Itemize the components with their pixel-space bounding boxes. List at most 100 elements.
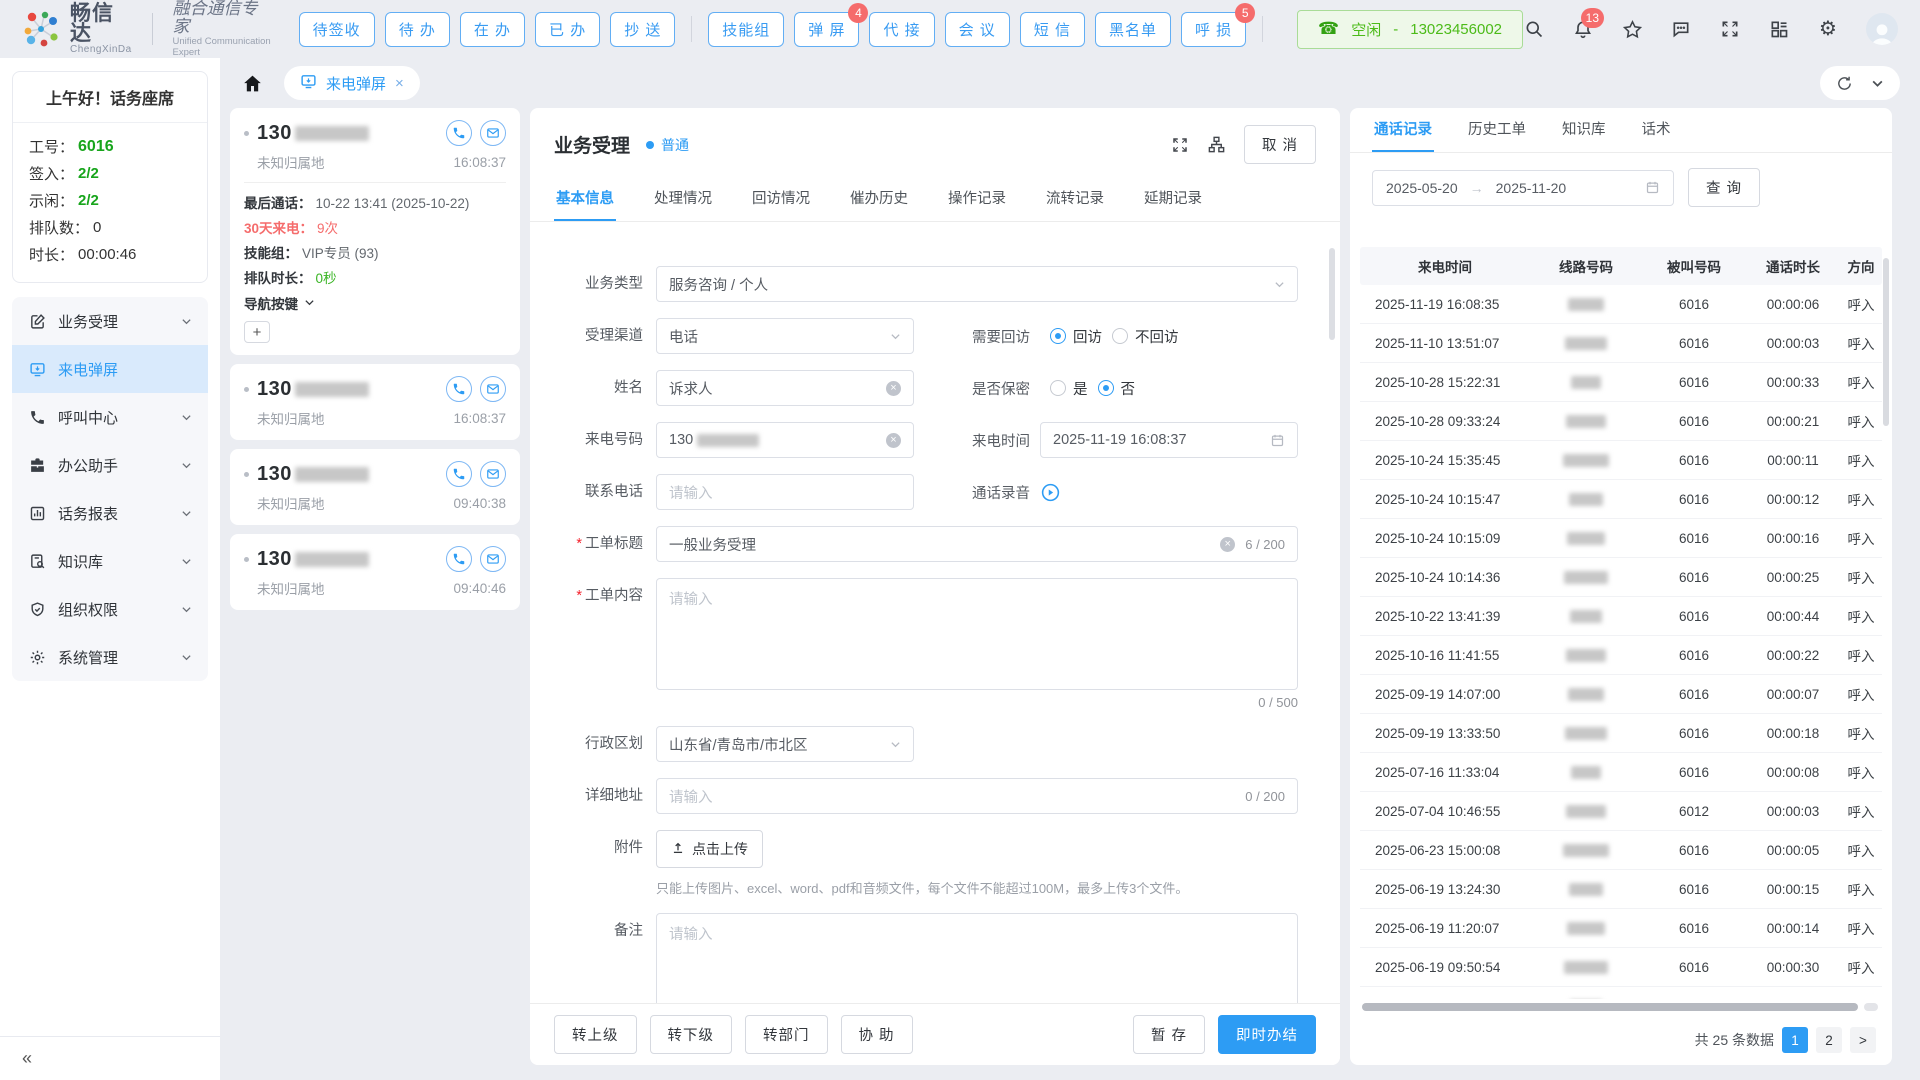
topbar-button-黑名单[interactable]: 黑名单: [1095, 12, 1171, 47]
send-message-icon[interactable]: [480, 120, 506, 146]
table-row[interactable]: 2025-11-10 13:51:07601600:00:03呼入: [1360, 324, 1882, 363]
topbar-button-抄送[interactable]: 抄 送: [610, 12, 675, 47]
topbar-button-在办[interactable]: 在 办: [460, 12, 525, 47]
workspace-tab-active[interactable]: 来电弹屏 ×: [284, 66, 420, 100]
region-cascader[interactable]: 山东省/青岛市/市北区: [656, 726, 914, 762]
topbar-button-待签收[interactable]: 待签收: [299, 12, 375, 47]
table-row[interactable]: 2025-10-16 11:41:55601600:00:22呼入: [1360, 636, 1882, 675]
call-card[interactable]: 130未知归属地09:40:38: [230, 449, 520, 525]
table-vertical-scrollbar[interactable]: [1883, 258, 1889, 426]
tab-催办历史[interactable]: 催办历史: [848, 177, 910, 221]
caller-number-input[interactable]: 130 ×: [656, 422, 914, 458]
table-row[interactable]: 2025-10-28 15:22:31601600:00:33呼入: [1360, 363, 1882, 402]
refresh-icon[interactable]: [1836, 75, 1853, 92]
tab-操作记录[interactable]: 操作记录: [946, 177, 1008, 221]
sidebar-item-办公助手[interactable]: 办公助手: [12, 441, 208, 489]
close-tab-icon[interactable]: ×: [395, 75, 404, 92]
radio-回访[interactable]: 回访: [1050, 326, 1102, 347]
table-horizontal-scrollbar[interactable]: [1362, 1003, 1858, 1011]
table-row[interactable]: 2025-06-23 15:00:08601600:00:05呼入: [1360, 831, 1882, 870]
notifications-bell-icon[interactable]: 13: [1572, 18, 1594, 40]
date-range-picker[interactable]: 2025-05-20 → 2025-11-20: [1372, 170, 1674, 206]
apps-grid-icon[interactable]: [1768, 18, 1790, 40]
form-scrollbar[interactable]: [1329, 248, 1335, 340]
search-icon[interactable]: [1523, 18, 1545, 40]
tab-历史工单[interactable]: 历史工单: [1466, 108, 1528, 152]
table-row[interactable]: 2025-09-19 14:07:00601600:00:07呼入: [1360, 675, 1882, 714]
sidebar-item-来电弹屏[interactable]: 来电弹屏: [12, 345, 208, 393]
agent-status[interactable]: ☎ 空闲 - 13023456002: [1297, 10, 1523, 49]
call-card[interactable]: 130未知归属地16:08:37最后通话：10-22 13:41 (2025-1…: [230, 108, 520, 355]
next-page-button[interactable]: >: [1850, 1027, 1876, 1053]
save-draft-button[interactable]: 暂 存: [1133, 1015, 1205, 1054]
nav-keys-toggle[interactable]: 导航按键: [244, 293, 506, 313]
home-icon[interactable]: [240, 71, 264, 95]
page-button-1[interactable]: 1: [1782, 1027, 1808, 1053]
tab-处理情况[interactable]: 处理情况: [652, 177, 714, 221]
upload-button[interactable]: 点击上传: [656, 830, 763, 868]
sidebar-item-话务报表[interactable]: 话务报表: [12, 489, 208, 537]
page-button-2[interactable]: 2: [1816, 1027, 1842, 1053]
dial-phone-icon[interactable]: [446, 120, 472, 146]
transfer-button-转上级[interactable]: 转上级: [554, 1015, 637, 1054]
call-card[interactable]: 130未知归属地16:08:37: [230, 364, 520, 440]
finish-now-button[interactable]: 即时办结: [1218, 1015, 1316, 1054]
tab-话术[interactable]: 话术: [1640, 108, 1673, 152]
messages-chat-icon[interactable]: [1670, 18, 1692, 40]
transfer-button-转下级[interactable]: 转下级: [650, 1015, 733, 1054]
table-row[interactable]: 2025-09-19 13:33:50601600:00:18呼入: [1360, 714, 1882, 753]
tab-基本信息[interactable]: 基本信息: [554, 177, 616, 221]
table-row[interactable]: 2025-10-24 15:35:45601600:00:11呼入: [1360, 441, 1882, 480]
flow-chart-icon[interactable]: [1207, 135, 1226, 154]
radio-不回访[interactable]: 不回访: [1112, 326, 1179, 347]
send-message-icon[interactable]: [480, 376, 506, 402]
dial-phone-icon[interactable]: [446, 546, 472, 572]
order-content-textarea[interactable]: 请输入: [656, 578, 1298, 690]
transfer-button-协助[interactable]: 协 助: [841, 1015, 913, 1054]
tab-回访情况[interactable]: 回访情况: [750, 177, 812, 221]
settings-gear-icon[interactable]: ⚙: [1817, 18, 1839, 40]
table-row[interactable]: 2025-07-16 11:33:04601600:00:08呼入: [1360, 753, 1882, 792]
sidebar-item-系统管理[interactable]: 系统管理: [12, 633, 208, 681]
radio-是[interactable]: 是: [1050, 378, 1088, 399]
table-row[interactable]: 2025-05-28 14:51:11601600:00:04呼入: [1360, 987, 1882, 999]
dial-phone-icon[interactable]: [446, 461, 472, 487]
clear-input-icon[interactable]: ×: [886, 381, 901, 396]
clear-input-icon[interactable]: ×: [886, 433, 901, 448]
cancel-button[interactable]: 取 消: [1244, 125, 1316, 164]
table-row[interactable]: 2025-10-22 13:41:39601600:00:44呼入: [1360, 597, 1882, 636]
call-time-picker[interactable]: 2025-11-19 16:08:37: [1040, 422, 1298, 458]
expand-panel-icon[interactable]: [1171, 136, 1189, 154]
user-avatar[interactable]: [1866, 13, 1898, 45]
send-message-icon[interactable]: [480, 461, 506, 487]
favorites-star-icon[interactable]: [1621, 18, 1643, 40]
topbar-button-已办[interactable]: 已 办: [535, 12, 600, 47]
tab-知识库[interactable]: 知识库: [1560, 108, 1608, 152]
table-row[interactable]: 2025-11-19 16:08:35601600:00:06呼入: [1360, 285, 1882, 324]
topbar-button-会议[interactable]: 会 议: [945, 12, 1010, 47]
clear-input-icon[interactable]: ×: [1220, 537, 1235, 552]
sidebar-collapse-button[interactable]: «: [0, 1036, 220, 1080]
call-card[interactable]: 130未知归属地09:40:46: [230, 534, 520, 610]
topbar-button-技能组[interactable]: 技能组: [708, 12, 784, 47]
topbar-button-弹屏[interactable]: 弹 屏4: [794, 12, 859, 47]
collapse-tabs-chevron-icon[interactable]: [1871, 77, 1884, 90]
sidebar-item-知识库[interactable]: 知识库: [12, 537, 208, 585]
table-row[interactable]: 2025-10-24 10:14:36601600:00:25呼入: [1360, 558, 1882, 597]
table-row[interactable]: 2025-06-19 11:20:07601600:00:14呼入: [1360, 909, 1882, 948]
table-row[interactable]: 2025-10-24 10:15:09601600:00:16呼入: [1360, 519, 1882, 558]
play-recording-icon[interactable]: [1040, 482, 1061, 503]
business-type-select[interactable]: 服务咨询 / 个人: [656, 266, 1298, 302]
transfer-button-转部门[interactable]: 转部门: [745, 1015, 828, 1054]
send-message-icon[interactable]: [480, 546, 506, 572]
address-input[interactable]: 请输入 0 / 200: [656, 778, 1298, 814]
sidebar-item-组织权限[interactable]: 组织权限: [12, 585, 208, 633]
fullscreen-icon[interactable]: [1719, 18, 1741, 40]
topbar-button-代接[interactable]: 代 接: [869, 12, 934, 47]
remark-textarea[interactable]: 请输入: [656, 913, 1298, 1003]
sidebar-item-呼叫中心[interactable]: 呼叫中心: [12, 393, 208, 441]
topbar-button-短信[interactable]: 短 信: [1020, 12, 1085, 47]
add-button[interactable]: +: [244, 321, 270, 343]
query-button[interactable]: 查 询: [1688, 168, 1760, 207]
name-input[interactable]: 诉求人 ×: [656, 370, 914, 406]
